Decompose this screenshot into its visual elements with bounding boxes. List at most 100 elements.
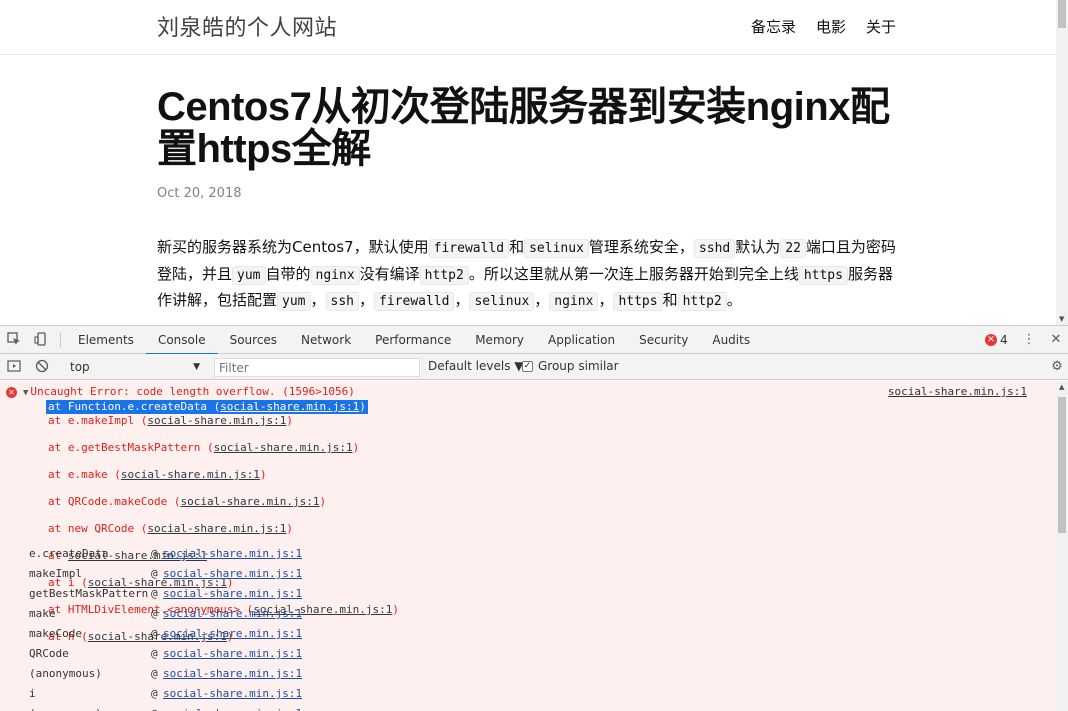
frame-source-link[interactable]: social-share.min.js:1 [180,495,319,508]
frame-source-link[interactable]: social-share.min.js:1 [147,414,286,427]
tab-sources[interactable]: Sources [218,326,289,354]
stack-frame[interactable]: at Function.e.createData (social-share.m… [46,400,368,414]
body-text: 。所以这里就从第一次连上服务器开始到完全上线 [468,264,799,283]
device-toolbar-icon[interactable] [33,332,49,348]
call-source-link[interactable]: social-share.min.js:1 [163,644,302,664]
body-text: 默认为 [735,238,781,256]
stack-frame[interactable]: at e.getBestMaskPattern (social-share.mi… [48,441,399,455]
call-stack-row: (anonymous) @ social-share.min.js:1 [29,664,302,684]
frame-function: at e.make ( [48,468,121,481]
call-source-link[interactable]: social-share.min.js:1 [163,564,302,584]
error-source-link[interactable]: social-share.min.js:1 [888,385,1027,398]
body-text: 和 [662,291,678,309]
close-devtools-icon[interactable]: ✕ [1048,332,1064,348]
tab-network[interactable]: Network [289,326,363,354]
context-selector[interactable]: top ▼ [64,358,204,376]
more-options-icon[interactable]: ⋮ [1021,332,1037,348]
frame-suffix: ) [392,603,400,616]
frame-source-link[interactable]: social-share.min.js:1 [220,400,359,413]
at-symbol: @ [151,567,158,580]
frame-suffix: ) [286,522,294,535]
console-scrollbar-thumb[interactable] [1058,397,1066,533]
tab-application[interactable]: Application [536,326,627,354]
devtools-tabbar: Elements Console Sources Network Performance… [0,326,1068,355]
tab-performance[interactable]: Performance [363,326,463,354]
console-settings-gear-icon[interactable]: ⚙ [1049,359,1065,375]
scroll-down-arrow-icon[interactable]: ▼ [1059,315,1064,323]
console-scrollbar[interactable]: ▲ [1056,381,1068,711]
tab-security[interactable]: Security [627,326,700,354]
tab-elements[interactable]: Elements [66,326,146,354]
frame-source-link[interactable]: social-share.min.js:1 [214,441,353,454]
site-header: 刘泉皓的个人网站 备忘录 电影 关于 [0,0,1056,55]
nav-link-about[interactable]: 关于 [866,16,896,37]
call-source-link[interactable]: social-share.min.js:1 [163,624,302,644]
inline-code: https [798,265,848,285]
call-source-link[interactable]: social-share.min.js:1 [163,544,302,564]
inline-code: firewalld [428,239,510,258]
post-date: Oct 20, 2018 [157,186,242,201]
call-source-link[interactable]: social-share.min.js:1 [163,684,302,704]
tab-console[interactable]: Console [145,326,218,355]
sidebar-toggle-icon[interactable] [6,359,22,375]
site-nav: 备忘录 电影 关于 [751,16,896,37]
frame-source-link[interactable]: social-share.min.js:1 [147,522,286,535]
inline-code: firewalld [374,292,455,311]
stack-frame[interactable]: at new QRCode (social-share.min.js:1) [48,522,399,536]
call-stack-row: e.createData @ social-share.min.js:1 [29,544,302,564]
frame-suffix: ) [352,441,360,454]
frame-suffix: ) [359,400,366,413]
error-icon: ✕ [6,387,17,398]
page-scrollbar-thumb[interactable] [1058,0,1066,28]
call-stack-row: make @ social-share.min.js:1 [29,604,302,624]
frame-function: at new QRCode ( [48,522,148,535]
inline-code: sshd [693,239,736,258]
scroll-up-arrow-icon[interactable]: ▲ [1059,383,1064,391]
call-source-link[interactable]: social-share.min.js:1 [163,664,302,684]
log-levels-dropdown[interactable]: Default levels ▼ [428,359,524,373]
inline-code: selinux [469,292,535,311]
expand-triangle-icon[interactable]: ▼ [23,388,28,398]
call-source-link[interactable]: social-share.min.js:1 [163,584,302,604]
body-text: 和 [509,238,525,256]
post-title: Centos7从初次登陆服务器到安装nginx配置https全解 [157,85,890,171]
call-function-name: makeCode [29,627,82,640]
call-source-link[interactable]: social-share.min.js:1 [163,604,302,624]
stack-frame[interactable]: at QRCode.makeCode (social-share.min.js:… [48,495,399,509]
tab-memory[interactable]: Memory [463,326,536,354]
inline-code: nginx [310,265,360,285]
stack-frame[interactable]: at e.make (social-share.min.js:1) [48,468,399,482]
body-text: 新买的服务器系统为Centos7，默认使用 [157,238,429,256]
call-stack-row: makeImpl @ social-share.min.js:1 [29,564,302,584]
tab-audits[interactable]: Audits [700,326,762,354]
nav-link-movies[interactable]: 电影 [816,16,846,37]
page-scrollbar[interactable]: ▲ ▼ [1056,0,1068,325]
devtools-panel: Elements Console Sources Network Performance… [0,325,1068,711]
frame-function: at QRCode.makeCode ( [48,495,181,508]
filter-input[interactable] [214,358,420,377]
page-viewport: 刘泉皓的个人网站 备忘录 电影 关于 Centos7从初次登陆服务器到安装ngi… [0,0,1068,325]
body-text: ， [454,291,470,309]
call-function-name: getBestMaskPattern [29,587,149,600]
console-toolbar: top ▼ Default levels ▼ ✓ Group similar ⚙ [0,354,1068,380]
nav-link-memo[interactable]: 备忘录 [751,16,796,37]
site-title[interactable]: 刘泉皓的个人网站 [157,10,337,42]
error-message-row[interactable]: ✕ ▼ Uncaught Error: code length overflow. … [6,385,355,398]
call-stack-row: getBestMaskPattern @ social-share.min.js:1 [29,584,302,604]
toolbar-divider [60,332,61,348]
body-text: 管理系统安全， [588,238,694,256]
stack-frame[interactable]: at e.makeImpl (social-share.min.js:1) [48,414,399,428]
inspect-element-icon[interactable] [6,332,22,348]
frame-suffix: ) [259,468,267,481]
call-function-name: (anonymous) [29,667,102,680]
at-symbol: @ [151,647,158,660]
frame-function: at e.getBestMaskPattern ( [48,441,214,454]
frame-source-link[interactable]: social-share.min.js:1 [121,468,260,481]
error-message: Uncaught Error: code length overflow. (1… [30,385,355,398]
clear-console-icon[interactable] [34,359,50,375]
body-text: 自带的 [265,264,311,283]
error-count-badge[interactable]: ✕ 4 [985,333,1008,347]
body-text: ， [359,291,375,309]
call-source-link[interactable]: social-share.min.js:1 [163,704,302,711]
group-similar-checkbox[interactable]: ✓ Group similar [522,359,619,373]
